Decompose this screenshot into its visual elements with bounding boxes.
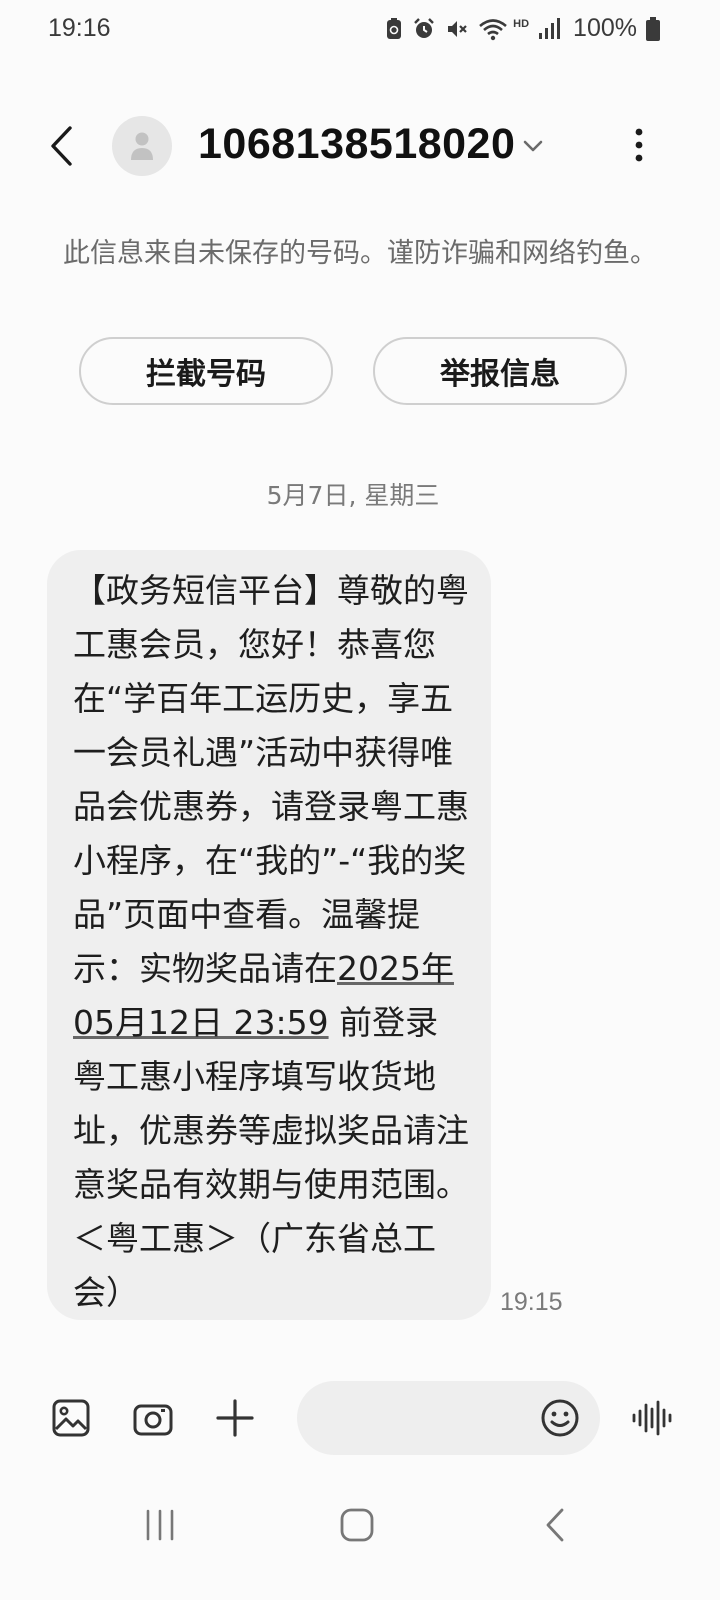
avatar[interactable] xyxy=(112,116,172,176)
avatar-person-icon xyxy=(131,132,153,160)
plus-icon xyxy=(216,1399,254,1437)
chevron-down-icon xyxy=(523,140,543,152)
emoji-icon[interactable] xyxy=(538,1396,582,1440)
more-options-button[interactable] xyxy=(624,120,654,170)
battery-percent: 100% xyxy=(573,14,637,42)
add-attachment-button[interactable] xyxy=(210,1393,260,1443)
home-icon xyxy=(340,1508,374,1542)
back-icon xyxy=(546,1508,564,1542)
message-input[interactable] xyxy=(325,1400,538,1436)
status-icons: HD 100% xyxy=(385,14,660,43)
gallery-icon xyxy=(52,1399,90,1437)
contact-number[interactable]: 1068138518020 xyxy=(198,120,515,169)
mute-icon xyxy=(448,20,467,37)
back-arrow-icon xyxy=(51,126,72,166)
message-time: 19:15 xyxy=(500,1288,563,1316)
signal-icon xyxy=(539,17,561,39)
gallery-button[interactable] xyxy=(46,1393,96,1443)
voice-input-button[interactable] xyxy=(626,1393,676,1443)
home-button[interactable] xyxy=(327,1500,387,1550)
battery-icon xyxy=(646,16,660,41)
nav-back-button[interactable] xyxy=(525,1500,585,1550)
hd-label: HD xyxy=(513,17,530,30)
block-number-button[interactable]: 拦截号码 xyxy=(79,337,333,405)
camera-button[interactable] xyxy=(128,1393,178,1443)
recent-apps-icon xyxy=(146,1509,174,1541)
recent-apps-button[interactable] xyxy=(130,1500,190,1550)
message-text-part2: 前登录粤工惠小程序填写收货地址，优惠券等虚拟奖品请注意奖品有效期与使用范围。＜粤… xyxy=(73,1003,469,1312)
back-button[interactable] xyxy=(36,118,88,174)
data-saver-icon xyxy=(387,17,402,39)
message-bubble[interactable]: 【政务短信平台】尊敬的粤工惠会员，您好！恭喜您在“学百年工运历史，享五一会员礼遇… xyxy=(47,550,491,1320)
wifi-icon xyxy=(479,18,507,40)
message-input-box[interactable] xyxy=(297,1381,600,1455)
camera-icon xyxy=(133,1404,173,1436)
contact-details-toggle[interactable] xyxy=(518,132,548,160)
status-time: 19:16 xyxy=(48,14,111,42)
date-separator: 5月7日, 星期三 xyxy=(266,481,440,510)
message-text-part1: 【政务短信平台】尊敬的粤工惠会员，您好！恭喜您在“学百年工运历史，享五一会员礼遇… xyxy=(73,571,469,988)
more-vertical-icon xyxy=(635,128,643,162)
unsaved-number-warning: 此信息来自未保存的号码。谨防诈骗和网络钓鱼。 xyxy=(63,238,657,269)
alarm-icon xyxy=(414,17,435,38)
report-message-button[interactable]: 举报信息 xyxy=(373,337,627,405)
voice-waveform-icon xyxy=(632,1400,672,1436)
